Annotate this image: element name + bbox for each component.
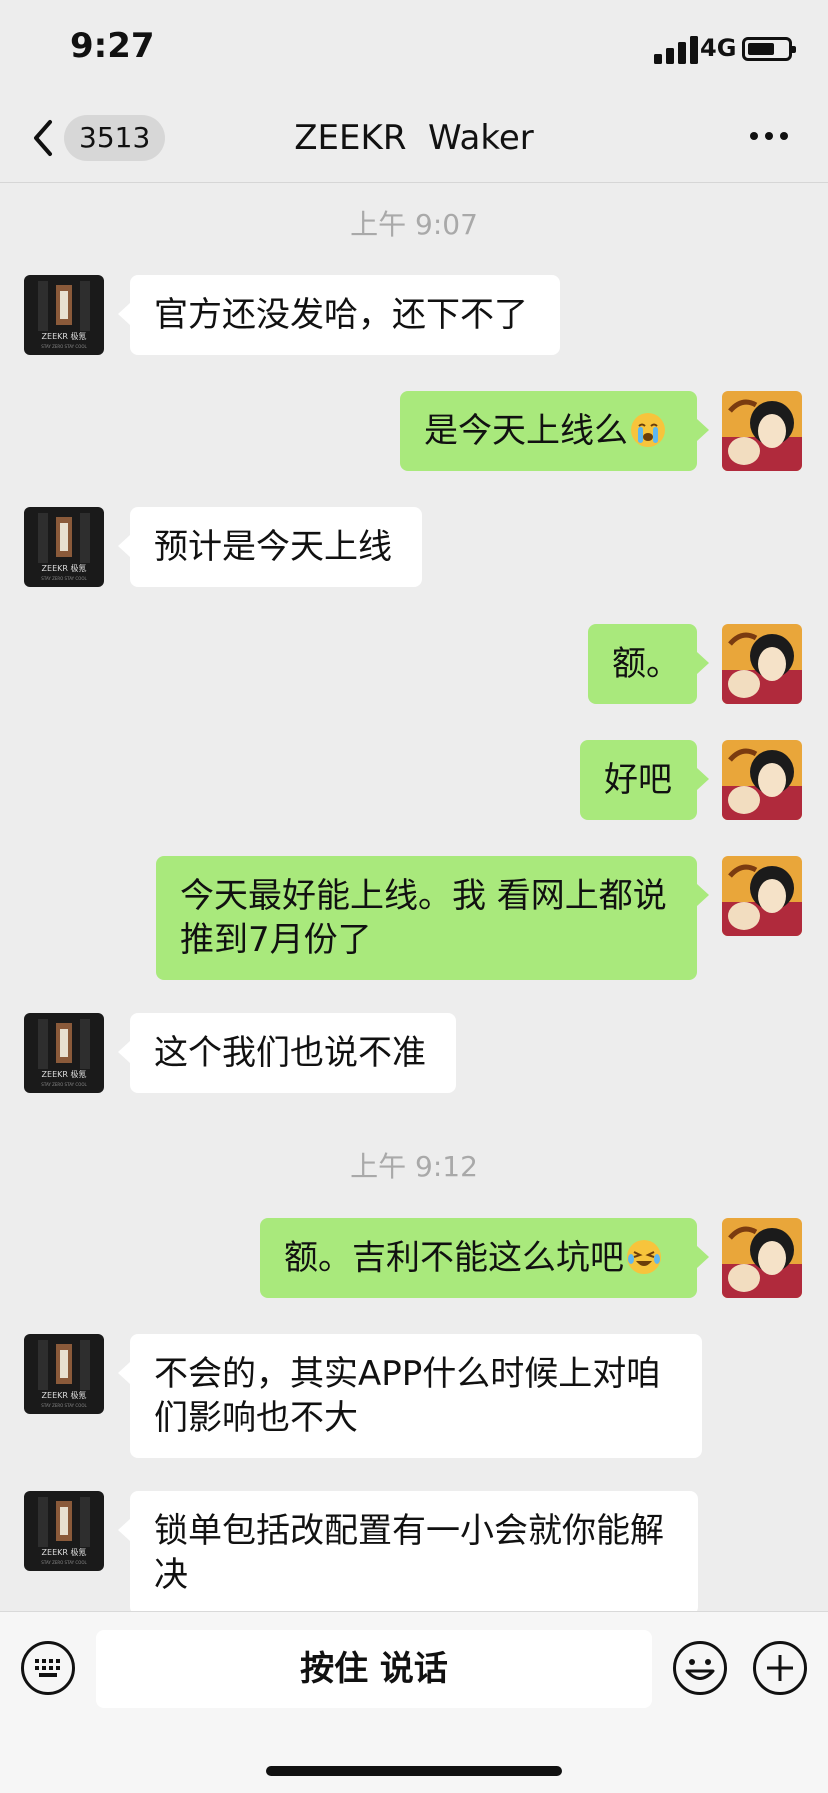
contact-avatar[interactable]: ZEEKR 极氪 STAY ZERO STAY COOL (24, 1334, 104, 1414)
battery-icon (742, 37, 796, 61)
message-text: 官方还没发哈，还下不了 (154, 295, 528, 335)
svg-text:ZEEKR 极氪: ZEEKR 极氪 (42, 563, 87, 573)
svg-text:STAY ZERO STAY COOL: STAY ZERO STAY COOL (41, 1560, 87, 1565)
timestamp: 上午 9:12 (350, 1150, 478, 1183)
svg-text:STAY ZERO STAY COOL: STAY ZERO STAY COOL (41, 1082, 87, 1087)
input-bar: 按住 说话 (0, 1611, 828, 1793)
message-text: 这个我们也说不准 (154, 1033, 426, 1073)
hold-to-talk-button[interactable]: 按住 说话 (96, 1630, 652, 1708)
message-text: 今天最好能上线。我 看网上都说推到7月份了 (180, 876, 667, 960)
svg-text:ZEEKR 极氪: ZEEKR 极氪 (42, 1390, 87, 1400)
my-avatar[interactable] (722, 1218, 802, 1298)
message-text: 好吧 (604, 760, 672, 800)
keyboard-icon[interactable] (20, 1640, 76, 1696)
contact-avatar[interactable]: ZEEKR 极氪 STAY ZERO STAY COOL (24, 1491, 104, 1571)
message-bubble-outgoing[interactable]: 是今天上线么 (400, 391, 709, 471)
message-bubble-outgoing[interactable]: 额。吉利不能这么坑吧 (260, 1218, 709, 1298)
my-avatar[interactable] (722, 740, 802, 820)
laughing-crying-emoji-icon (627, 1240, 661, 1274)
contact-avatar[interactable]: ZEEKR 极氪 STAY ZERO STAY COOL (24, 507, 104, 587)
message-bubble-incoming[interactable]: 不会的，其实APP什么时候上对咱们影响也不大 (118, 1334, 702, 1458)
status-time: 9:27 (70, 26, 155, 66)
message-bubble-outgoing[interactable]: 好吧 (580, 740, 709, 820)
message-text: 是今天上线么 (424, 411, 628, 451)
message-list[interactable]: 上午 9:07 ZEEKR 极氪 STAY ZERO STAY COOL 官方还… (0, 183, 828, 1611)
my-avatar[interactable] (722, 391, 802, 471)
svg-text:STAY ZERO STAY COOL: STAY ZERO STAY COOL (41, 1403, 87, 1408)
signal-icon (654, 36, 698, 64)
crying-emoji-icon (631, 413, 665, 447)
message-text: 不会的，其实APP什么时候上对咱们影响也不大 (154, 1354, 661, 1438)
timestamp: 上午 9:07 (350, 208, 478, 241)
unread-count-badge[interactable]: 3513 (64, 115, 166, 161)
message-bubble-incoming[interactable]: 官方还没发哈，还下不了 (118, 275, 560, 355)
svg-text:ZEEKR 极氪: ZEEKR 极氪 (42, 1547, 87, 1557)
network-type: 4G (700, 34, 737, 62)
message-bubble-incoming[interactable]: 锁单包括改配置有一小会就你能解决 (118, 1491, 698, 1611)
message-bubble-outgoing[interactable]: 今天最好能上线。我 看网上都说推到7月份了 (156, 856, 709, 980)
svg-text:STAY ZERO STAY COOL: STAY ZERO STAY COOL (41, 344, 87, 349)
message-text: 预计是今天上线 (154, 527, 392, 567)
svg-text:ZEEKR 极氪: ZEEKR 极氪 (42, 1069, 87, 1079)
plus-icon[interactable] (752, 1640, 808, 1696)
svg-text:ZEEKR 极氪: ZEEKR 极氪 (42, 331, 87, 341)
status-bar: 9:27 4G (0, 0, 828, 96)
message-text: 锁单包括改配置有一小会就你能解决 (154, 1511, 664, 1595)
home-indicator (266, 1766, 562, 1776)
message-bubble-outgoing[interactable]: 额。 (588, 624, 709, 704)
svg-text:STAY ZERO STAY COOL: STAY ZERO STAY COOL (41, 576, 87, 581)
message-bubble-incoming[interactable]: 这个我们也说不准 (118, 1013, 456, 1093)
contact-avatar[interactable]: ZEEKR 极氪 STAY ZERO STAY COOL (24, 1013, 104, 1093)
message-text: 额。吉利不能这么坑吧 (284, 1238, 624, 1278)
more-dots-icon[interactable] (748, 129, 790, 143)
my-avatar[interactable] (722, 624, 802, 704)
my-avatar[interactable] (722, 856, 802, 936)
emoji-icon[interactable] (672, 1640, 728, 1696)
chat-header: ZEEKR Waker 3513 (0, 96, 828, 183)
message-bubble-incoming[interactable]: 预计是今天上线 (118, 507, 422, 587)
message-text: 额。 (612, 644, 680, 684)
contact-avatar[interactable]: ZEEKR 极氪 STAY ZERO STAY COOL (24, 275, 104, 355)
